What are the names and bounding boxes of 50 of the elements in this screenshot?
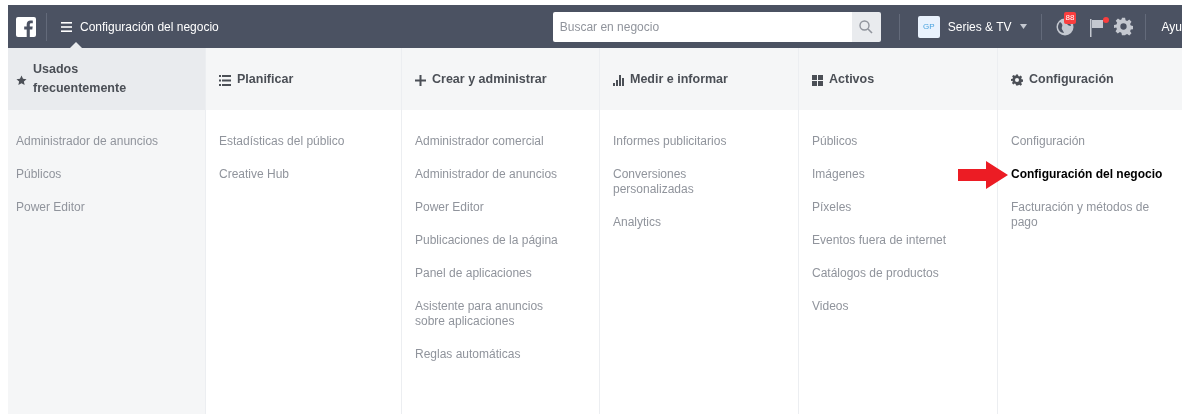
category-tab[interactable]: Medir e informar xyxy=(600,48,798,110)
search-field[interactable]: Buscar en negocio xyxy=(552,11,852,42)
category-tab[interactable]: Planificar xyxy=(206,48,401,110)
account-avatar: GP xyxy=(917,15,940,38)
search-button[interactable] xyxy=(851,11,881,42)
menu-link[interactable]: Administrador de anuncios xyxy=(16,134,159,149)
grid-icon xyxy=(812,74,823,86)
menu-link[interactable]: Configuración del negocio xyxy=(1011,167,1163,182)
menu-link[interactable]: Facturación y métodos de pago xyxy=(1011,200,1161,230)
menu-link[interactable]: Administrador de anuncios xyxy=(415,167,558,182)
menu-link[interactable]: Públicos xyxy=(812,134,858,149)
menu-button[interactable]: Configuración del negocio xyxy=(47,17,219,36)
menu-link[interactable]: Analytics xyxy=(613,215,662,230)
menu-link[interactable]: Panel de aplicaciones xyxy=(415,266,532,281)
menu-link[interactable]: Catálogos de productos xyxy=(812,266,939,281)
category-tab[interactable]: Activos xyxy=(799,48,997,110)
flag-icon[interactable] xyxy=(1089,18,1106,37)
caret-icon xyxy=(1019,24,1027,29)
menu-link[interactable]: Informes publicitarios xyxy=(613,134,727,149)
account-switcher[interactable]: GP Series & TV xyxy=(917,15,1027,38)
category-tab[interactable]: Usados frecuentemente xyxy=(8,48,205,110)
notification-badge: 88 xyxy=(1063,11,1077,24)
menu-link[interactable]: Asistente para anuncios sobre aplicaciones xyxy=(415,299,565,329)
star-icon xyxy=(16,74,27,86)
help-link[interactable]: Ayu xyxy=(1161,17,1182,36)
menu-link[interactable]: Power Editor xyxy=(415,200,484,215)
menu-link[interactable]: Píxeles xyxy=(812,200,852,215)
gear-icon xyxy=(1011,74,1023,86)
pointer-arrow xyxy=(958,161,1008,189)
plus-icon xyxy=(415,74,426,86)
menu-link[interactable]: Públicos xyxy=(16,167,62,182)
bar-chart-icon xyxy=(613,74,624,86)
menu-link[interactable]: Estadísticas del público xyxy=(219,134,345,149)
search-icon xyxy=(859,19,874,34)
menu-link[interactable]: Administrador comercial xyxy=(415,134,544,149)
logo-icon[interactable] xyxy=(16,16,36,37)
menu-link[interactable]: Imágenes xyxy=(812,167,865,182)
menu-link[interactable]: Videos xyxy=(812,299,849,314)
menu-link[interactable]: Power Editor xyxy=(16,200,85,215)
menu-icon xyxy=(61,21,72,32)
menu-link[interactable]: Creative Hub xyxy=(219,167,290,182)
list-icon xyxy=(219,74,231,86)
menu-link[interactable]: Configuración xyxy=(1011,134,1086,149)
menu-link[interactable]: Eventos fuera de internet xyxy=(812,233,947,248)
menu-link[interactable]: Reglas automáticas xyxy=(415,347,521,362)
menu-link[interactable]: Conversiones personalizadas xyxy=(613,167,763,197)
menu-link[interactable]: Publicaciones de la página xyxy=(415,233,558,248)
category-tab[interactable]: Crear y administrar xyxy=(402,48,599,110)
settings-icon[interactable] xyxy=(1113,17,1133,36)
category-tab[interactable]: Configuración xyxy=(998,48,1182,110)
